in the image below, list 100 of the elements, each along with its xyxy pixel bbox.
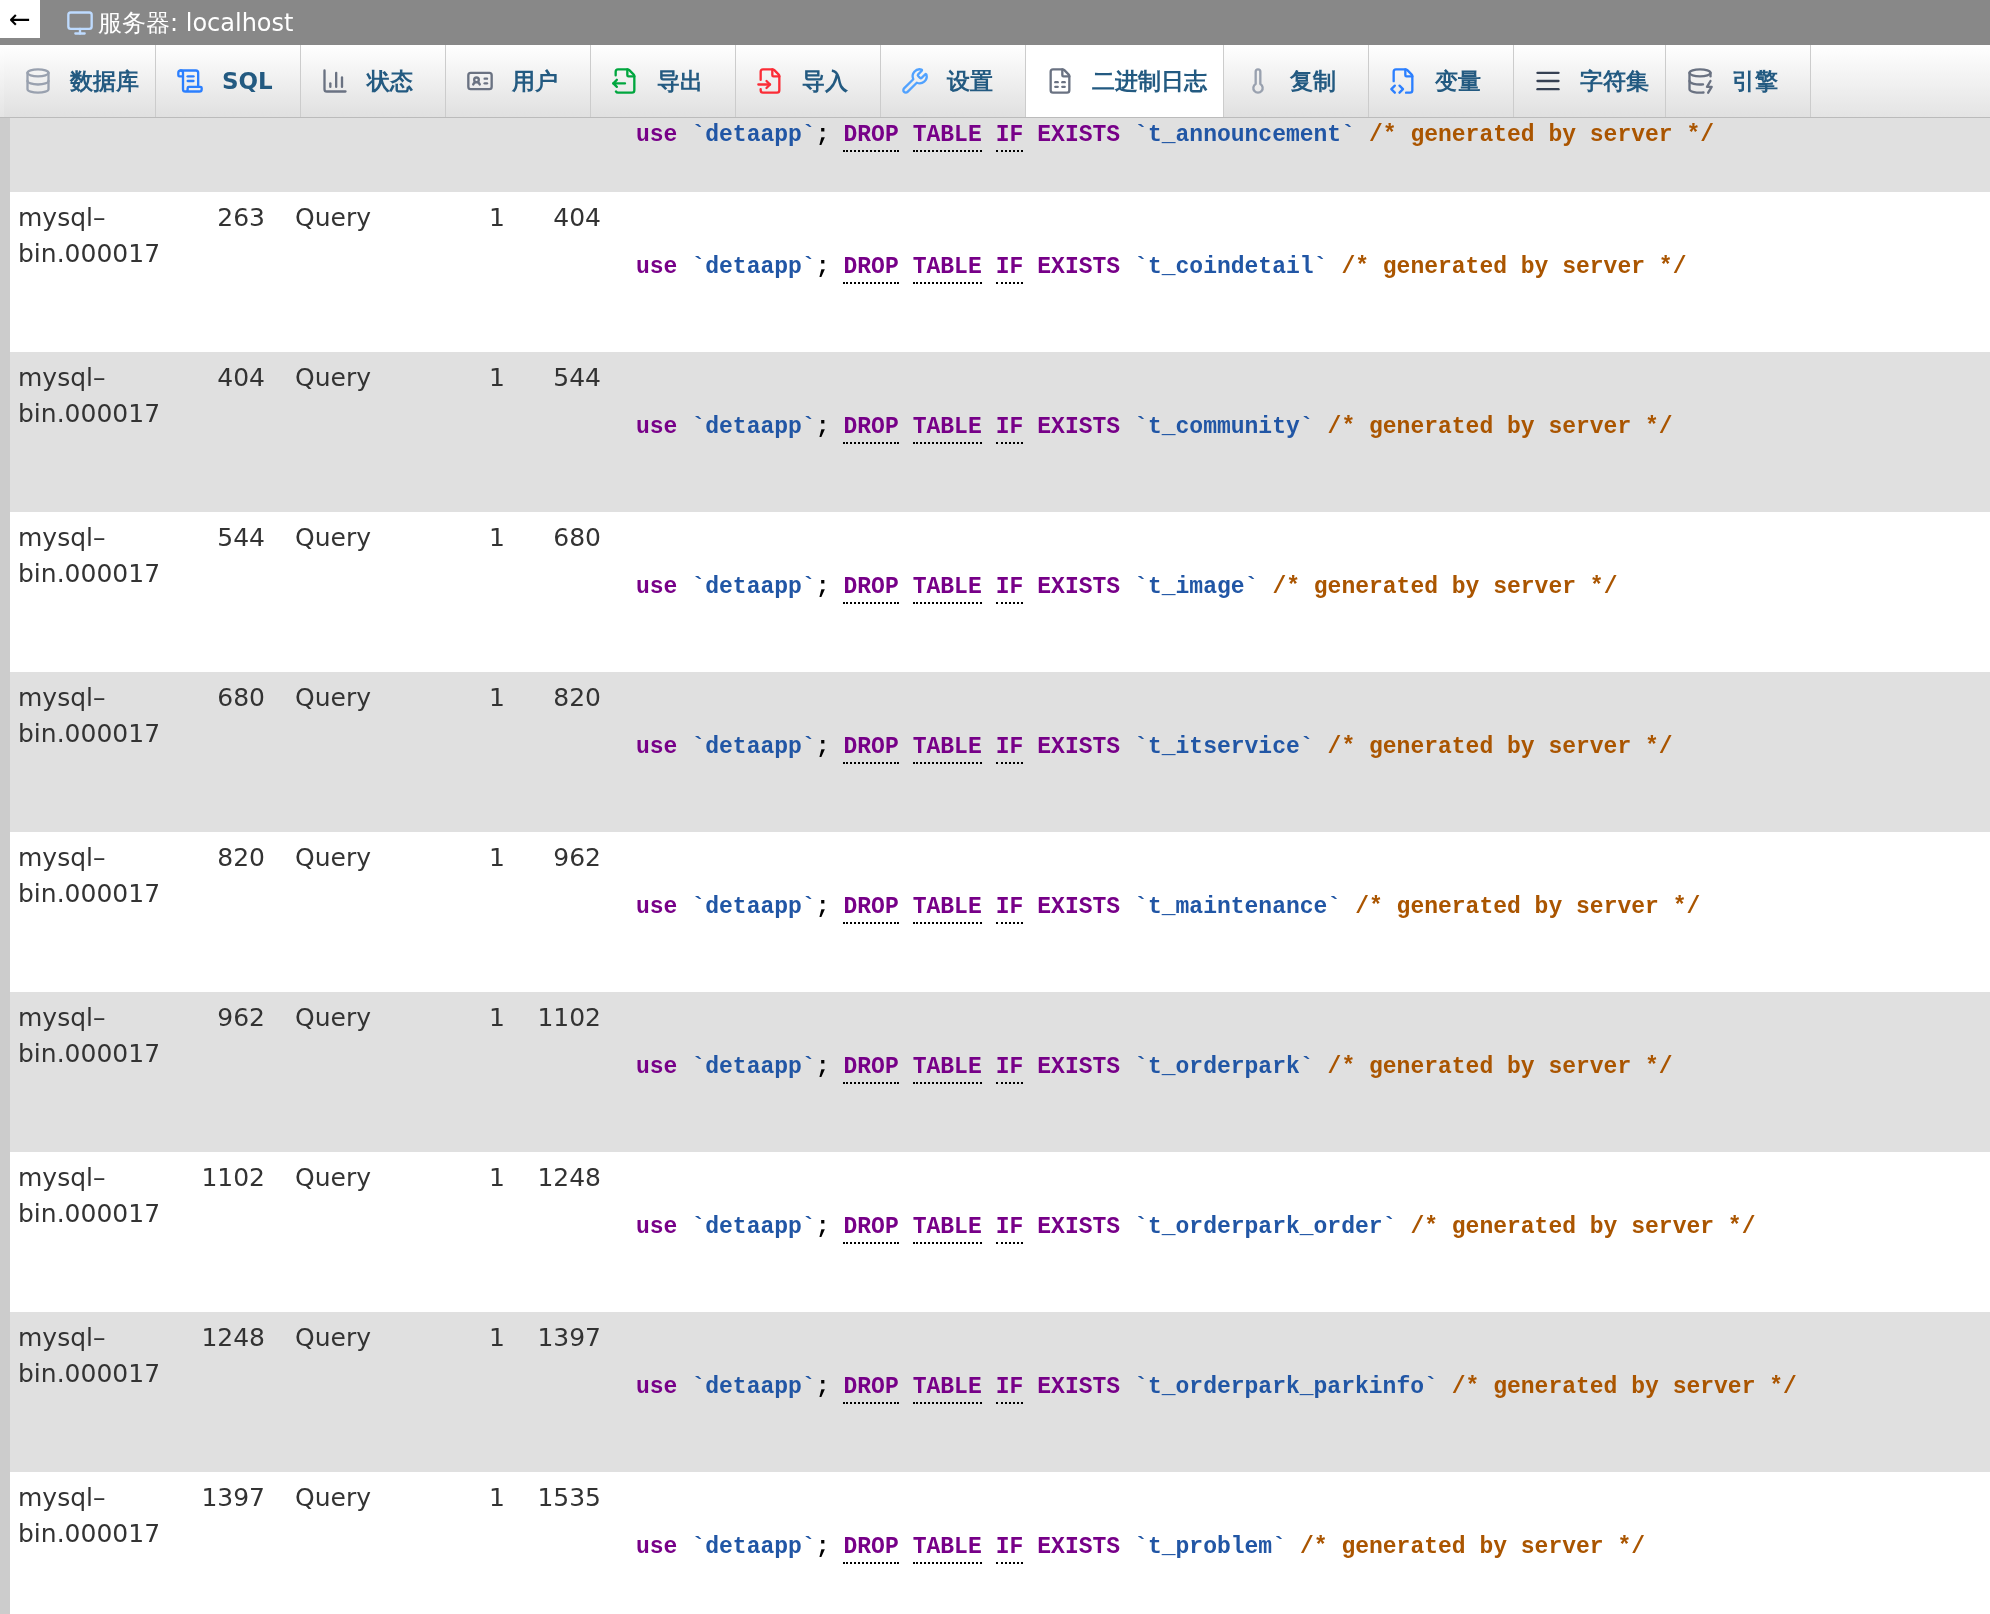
sql-query: use `detaapp`; DROP TABLE IF EXISTS `t_orderpark_order` /* generated by server */ <box>636 1212 1756 1244</box>
keyword-link[interactable]: DROP <box>843 732 899 764</box>
window-title: 服务器: localhost <box>98 7 294 39</box>
table-cell-text: mysql–bin.000017 <box>18 1162 160 1230</box>
table-cell: 263 <box>217 203 265 232</box>
table-cell: Query <box>295 683 371 712</box>
table-cell-text: mysql–bin.000017 <box>18 362 160 430</box>
sql-query: use `detaapp`; DROP TABLE IF EXISTS `t_maintenance` /* generated by server */ <box>636 892 1701 924</box>
table-cell: 962 <box>217 1003 265 1032</box>
table-cell: 962 <box>553 843 601 872</box>
table-cell: Query <box>295 1323 371 1352</box>
table-cell: 544 <box>217 523 265 552</box>
table-cell-text: mysql–bin.000017 <box>18 522 160 590</box>
keyword-link[interactable]: TABLE <box>912 572 982 604</box>
table-cell: 1102 <box>537 1003 601 1032</box>
table-cell: 1 <box>489 1483 505 1512</box>
keyword-link[interactable]: DROP <box>843 120 899 152</box>
table-cell: Query <box>295 1163 371 1192</box>
table-cell: 1535 <box>537 1483 601 1512</box>
table-cell: 1397 <box>201 1483 265 1512</box>
nav-tab[interactable]: 二进制日志 <box>1026 45 1224 117</box>
sql-query: use `detaapp`; DROP TABLE IF EXISTS `t_announcement` /* generated by server */ <box>636 120 1715 152</box>
table-cell: 1 <box>489 1323 505 1352</box>
table-cell: 404 <box>553 203 601 232</box>
keyword-link[interactable]: IF <box>995 1532 1024 1564</box>
nav-tab[interactable]: 引擎 <box>1666 45 1811 117</box>
bar-chart-icon <box>321 67 349 95</box>
keyword-link[interactable]: TABLE <box>912 732 982 764</box>
keyword-link[interactable]: IF <box>995 1372 1024 1404</box>
table-cell: 404 <box>217 363 265 392</box>
table-cell: Query <box>295 1483 371 1512</box>
nav-tab[interactable]: 用户 <box>446 45 591 117</box>
table-cell: 1248 <box>537 1163 601 1192</box>
keyword-link[interactable]: IF <box>995 120 1024 152</box>
table-cell: 680 <box>553 523 601 552</box>
table-cell: 1 <box>489 1163 505 1192</box>
table-cell: 820 <box>217 843 265 872</box>
keyword-link[interactable]: DROP <box>843 252 899 284</box>
table-cell: 1248 <box>201 1323 265 1352</box>
keyword-link[interactable]: DROP <box>843 1052 899 1084</box>
nav-tab[interactable]: 导出 <box>591 45 736 117</box>
sql-query: use `detaapp`; DROP TABLE IF EXISTS `t_itservice` /* generated by server */ <box>636 732 1673 764</box>
table-cell: Query <box>295 523 371 552</box>
table-cell: 1 <box>489 1003 505 1032</box>
keyword-link[interactable]: TABLE <box>912 1372 982 1404</box>
table-cell: 820 <box>553 683 601 712</box>
table-cell: 1 <box>489 523 505 552</box>
keyword-link[interactable]: DROP <box>843 1532 899 1564</box>
nav-tab[interactable]: 导入 <box>736 45 881 117</box>
table-cell-text: mysql–bin.000017 <box>18 842 160 910</box>
table-cell-text: mysql–bin.000017 <box>18 202 160 270</box>
keyword-link[interactable]: TABLE <box>912 1532 982 1564</box>
sql-query: use `detaapp`; DROP TABLE IF EXISTS `t_image` /* generated by server */ <box>636 572 1618 604</box>
table-cell: Query <box>295 1003 371 1032</box>
sql-query: use `detaapp`; DROP TABLE IF EXISTS `t_orderpark_parkinfo` /* generated by server */ <box>636 1372 1797 1404</box>
keyword-link[interactable]: IF <box>995 412 1024 444</box>
table-cell-text: mysql–bin.000017 <box>18 1322 160 1390</box>
table-cell: Query <box>295 363 371 392</box>
table-cell-text: mysql–bin.000017 <box>18 682 160 750</box>
keyword-link[interactable]: DROP <box>843 1212 899 1244</box>
nav-tab[interactable]: SQL <box>156 45 301 117</box>
nav-tab[interactable]: 设置 <box>881 45 1026 117</box>
nav-tab[interactable]: 字符集 <box>1514 45 1666 117</box>
table-cell: Query <box>295 843 371 872</box>
table-cell: 1 <box>489 203 505 232</box>
computer-icon <box>66 8 94 37</box>
keyword-link[interactable]: TABLE <box>912 252 982 284</box>
table-cell: 1 <box>489 683 505 712</box>
keyword-link[interactable]: TABLE <box>912 412 982 444</box>
nav-tab[interactable]: 变量 <box>1369 45 1514 117</box>
nav-tab[interactable]: 数据库 <box>4 45 156 117</box>
keyword-link[interactable]: DROP <box>843 1372 899 1404</box>
nav-tab[interactable]: 复制 <box>1224 45 1369 117</box>
code-file-icon <box>1389 67 1417 95</box>
keyword-link[interactable]: IF <box>995 1052 1024 1084</box>
wrench-icon <box>901 67 929 95</box>
table-cell: 1 <box>489 843 505 872</box>
table-cell-text: mysql–bin.000017 <box>18 1482 160 1550</box>
keyword-link[interactable]: IF <box>995 572 1024 604</box>
sql-query: use `detaapp`; DROP TABLE IF EXISTS `t_orderpark` /* generated by server */ <box>636 1052 1673 1084</box>
nav-tab[interactable]: 状态 <box>301 45 446 117</box>
keyword-link[interactable]: IF <box>995 892 1024 924</box>
keyword-link[interactable]: DROP <box>843 412 899 444</box>
keyword-link[interactable]: DROP <box>843 572 899 604</box>
keyword-link[interactable]: TABLE <box>912 120 982 152</box>
table-cell: 1102 <box>201 1163 265 1192</box>
keyword-link[interactable]: IF <box>995 732 1024 764</box>
table-cell: 1397 <box>537 1323 601 1352</box>
export-icon <box>611 67 639 95</box>
table-cell: 544 <box>553 363 601 392</box>
keyword-link[interactable]: IF <box>995 1212 1024 1244</box>
keyword-link[interactable]: TABLE <box>912 1052 982 1084</box>
keyword-link[interactable]: TABLE <box>912 1212 982 1244</box>
keyword-link[interactable]: DROP <box>843 892 899 924</box>
keyword-link[interactable]: IF <box>995 252 1024 284</box>
back-button[interactable]: ← <box>0 0 40 38</box>
keyword-link[interactable]: TABLE <box>912 892 982 924</box>
table-cell: 1 <box>489 363 505 392</box>
table-cell: 680 <box>217 683 265 712</box>
table-cell-text: mysql–bin.000017 <box>18 1002 160 1070</box>
